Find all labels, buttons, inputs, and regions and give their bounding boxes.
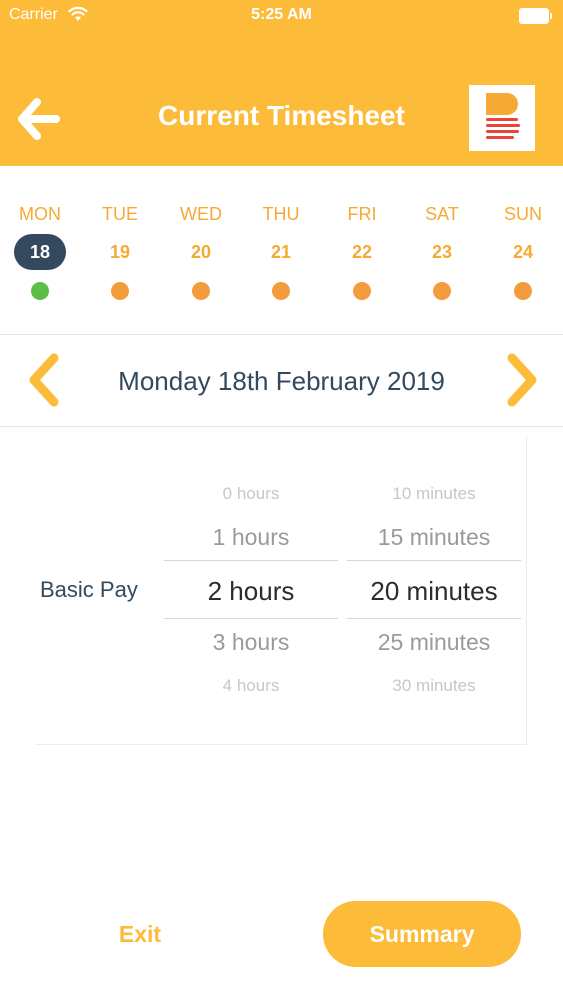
week-strip: MON 18 TUE 19 WED 20 THU 21 FRI 22 SAT 2… bbox=[0, 200, 563, 310]
selection-line bbox=[164, 560, 338, 561]
header: Carrier 5:25 AM Current Timesheet bbox=[0, 0, 563, 166]
day-thu[interactable]: THU 21 bbox=[241, 200, 321, 300]
minutes-picker[interactable]: 10 minutes 15 minutes 20 minutes 25 minu… bbox=[347, 458, 521, 712]
status-dot bbox=[272, 282, 290, 300]
brand-logo bbox=[469, 85, 535, 151]
divider bbox=[0, 334, 563, 335]
day-number: 20 bbox=[190, 242, 212, 262]
day-number: 21 bbox=[270, 242, 292, 262]
divider bbox=[0, 426, 563, 427]
status-dot bbox=[31, 282, 49, 300]
status-dot bbox=[353, 282, 371, 300]
logo-icon bbox=[486, 93, 520, 139]
day-wed[interactable]: WED 20 bbox=[161, 200, 241, 300]
day-sun[interactable]: SUN 24 bbox=[483, 200, 563, 300]
status-dot bbox=[192, 282, 210, 300]
day-mon[interactable]: MON 18 bbox=[0, 200, 80, 300]
current-date: Monday 18th February 2019 bbox=[118, 366, 445, 396]
selection-line bbox=[347, 618, 521, 619]
day-name: WED bbox=[180, 204, 222, 224]
minutes-option[interactable]: 25 minutes bbox=[347, 629, 521, 656]
minutes-option[interactable]: 10 minutes bbox=[347, 484, 521, 504]
day-name: SUN bbox=[503, 204, 542, 224]
day-name: SAT bbox=[425, 204, 459, 224]
day-number: 22 bbox=[351, 242, 373, 262]
day-number: 23 bbox=[431, 242, 453, 262]
minutes-option[interactable]: 15 minutes bbox=[347, 524, 521, 551]
next-day-button[interactable] bbox=[502, 352, 542, 408]
status-time: 5:25 AM bbox=[251, 6, 312, 23]
hours-option-selected[interactable]: 2 hours bbox=[164, 576, 338, 607]
chevron-right-icon bbox=[507, 353, 537, 407]
day-sat[interactable]: SAT 23 bbox=[402, 200, 482, 300]
day-name: FRI bbox=[347, 204, 377, 224]
status-dot bbox=[111, 282, 129, 300]
minutes-option[interactable]: 30 minutes bbox=[347, 676, 521, 696]
hours-option[interactable]: 0 hours bbox=[164, 484, 338, 504]
hours-option[interactable]: 1 hours bbox=[164, 524, 338, 551]
day-name: MON bbox=[19, 204, 61, 224]
day-number: 24 bbox=[512, 242, 534, 262]
exit-button[interactable]: Exit bbox=[90, 912, 190, 956]
day-name: THU bbox=[262, 204, 300, 224]
pay-type-label: Basic Pay bbox=[40, 577, 138, 602]
hours-picker[interactable]: 0 hours 1 hours 2 hours 3 hours 4 hours bbox=[164, 458, 338, 712]
summary-button[interactable]: Summary bbox=[323, 901, 521, 967]
status-dot bbox=[514, 282, 532, 300]
minutes-option-selected[interactable]: 20 minutes bbox=[347, 576, 521, 607]
selection-line bbox=[347, 560, 521, 561]
status-dot bbox=[433, 282, 451, 300]
day-number: 18 bbox=[14, 234, 66, 270]
hours-option[interactable]: 4 hours bbox=[164, 676, 338, 696]
day-number: 19 bbox=[109, 242, 131, 262]
day-name: TUE bbox=[102, 204, 138, 224]
battery-icon bbox=[519, 8, 552, 24]
day-tue[interactable]: TUE 19 bbox=[80, 200, 160, 300]
selection-line bbox=[164, 618, 338, 619]
hours-option[interactable]: 3 hours bbox=[164, 629, 338, 656]
day-fri[interactable]: FRI 22 bbox=[322, 200, 402, 300]
status-bar: Carrier 5:25 AM bbox=[0, 0, 563, 30]
